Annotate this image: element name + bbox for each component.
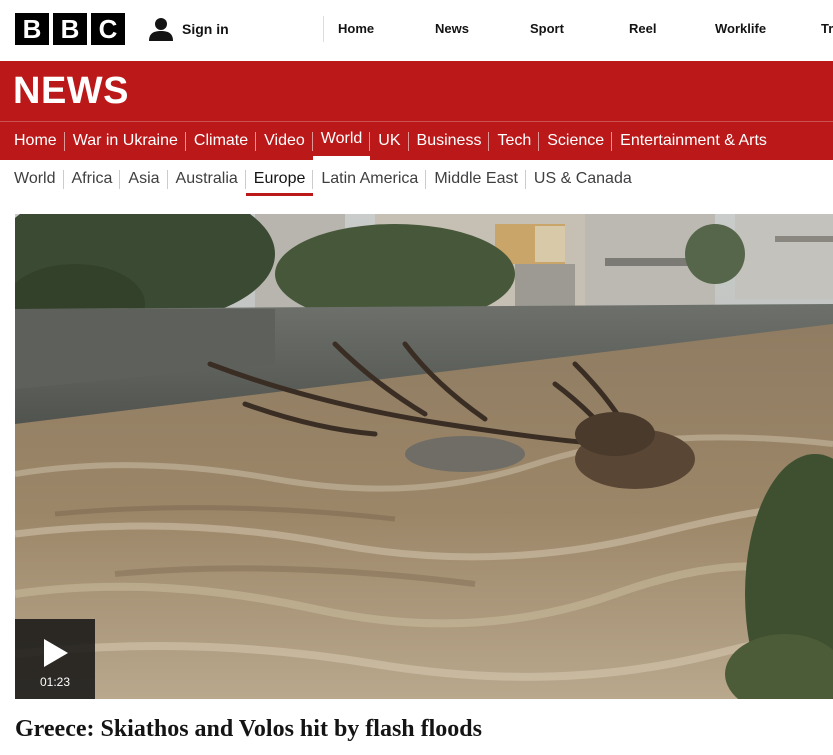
top-nav-home[interactable]: Home — [338, 16, 435, 42]
news-title-link[interactable]: NEWS — [13, 70, 129, 113]
section-nav-tech[interactable]: Tech — [489, 122, 540, 160]
section-nav: Home War in Ukraine Climate Video World … — [0, 121, 833, 160]
section-nav-entertainment-arts[interactable]: Entertainment & Arts — [612, 122, 775, 160]
active-underline — [245, 193, 314, 196]
sign-in-label: Sign in — [182, 21, 229, 37]
section-nav-business[interactable]: Business — [409, 122, 490, 160]
global-header: B B C Sign in Home News Sport Reel Workl… — [0, 0, 833, 60]
sub-nav-africa[interactable]: Africa — [64, 160, 121, 198]
sub-nav-australia[interactable]: Australia — [168, 160, 247, 198]
sub-nav-middle-east-label: Middle East — [434, 170, 518, 187]
top-nav: Home News Sport Reel Worklife Tr — [323, 16, 833, 42]
logo-letter-b1: B — [15, 13, 49, 45]
sub-nav: World Africa Asia Australia Europe Latin… — [0, 160, 833, 198]
sub-nav-latin-america[interactable]: Latin America — [313, 160, 427, 198]
sub-nav-us-canada[interactable]: US & Canada — [526, 160, 640, 198]
video-thumbnail[interactable]: 01:23 — [15, 214, 833, 699]
flood-scene-image — [15, 214, 833, 699]
top-nav-worklife[interactable]: Worklife — [715, 16, 821, 42]
section-nav-world[interactable]: World — [312, 122, 371, 160]
sub-nav-world-label: World — [14, 170, 56, 187]
sign-in-link[interactable]: Sign in — [148, 14, 229, 44]
top-nav-sport[interactable]: Sport — [530, 16, 629, 42]
video-duration: 01:23 — [39, 675, 71, 689]
play-button[interactable]: 01:23 — [15, 619, 95, 699]
section-nav-video[interactable]: Video — [256, 122, 313, 160]
video-headline[interactable]: Greece: Skiathos and Volos hit by flash … — [15, 716, 482, 743]
sub-nav-middle-east[interactable]: Middle East — [426, 160, 526, 198]
section-nav-war-in-ukraine[interactable]: War in Ukraine — [65, 122, 187, 160]
play-icon — [44, 639, 68, 667]
sub-nav-europe[interactable]: Europe — [245, 160, 314, 198]
sub-nav-australia-label: Australia — [175, 170, 238, 187]
sub-nav-asia-label: Asia — [128, 170, 160, 187]
section-nav-science[interactable]: Science — [539, 122, 613, 160]
sub-nav-us-canada-label: US & Canada — [533, 170, 632, 187]
sub-nav-latin-america-label: Latin America — [321, 170, 419, 187]
sub-nav-world[interactable]: World — [6, 160, 64, 198]
user-icon — [149, 18, 173, 41]
top-nav-news[interactable]: News — [435, 16, 530, 42]
section-nav-climate[interactable]: Climate — [186, 122, 257, 160]
sub-nav-africa-label: Africa — [71, 170, 113, 187]
top-nav-reel[interactable]: Reel — [629, 16, 715, 42]
top-nav-travel[interactable]: Tr — [821, 16, 833, 42]
logo-letter-b2: B — [53, 13, 87, 45]
sub-nav-asia[interactable]: Asia — [120, 160, 168, 198]
sub-nav-europe-label: Europe — [253, 170, 306, 187]
bbc-logo[interactable]: B B C — [15, 13, 125, 45]
section-nav-uk[interactable]: UK — [370, 122, 409, 160]
logo-letter-c: C — [91, 13, 125, 45]
news-banner: NEWS — [0, 61, 833, 121]
section-nav-home[interactable]: Home — [6, 122, 65, 160]
